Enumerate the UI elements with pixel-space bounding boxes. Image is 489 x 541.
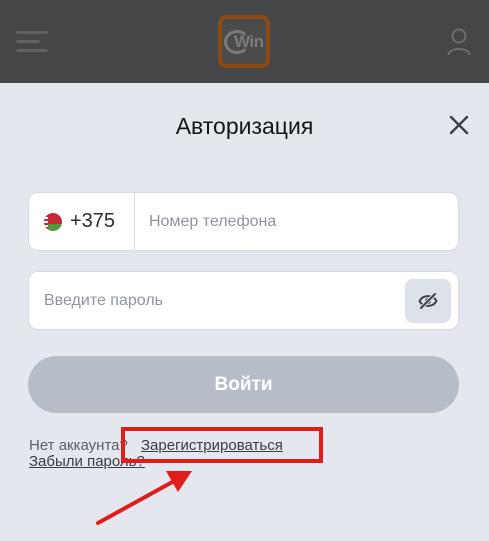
close-icon[interactable] [448,114,470,136]
user-icon[interactable] [447,28,471,56]
logo[interactable]: Win [218,15,270,68]
password-field [28,271,459,330]
country-code-selector[interactable]: +375 [29,193,135,250]
login-button[interactable]: Войти [28,356,459,413]
register-link[interactable]: Зарегистрироваться [141,437,283,454]
country-code: +375 [70,210,116,232]
phone-field: +375 [28,192,459,251]
logo-icon: Win [222,19,266,64]
eye-slash-icon [418,292,438,310]
forgot-password-link[interactable]: Забыли пароль? [29,453,145,470]
belarus-flag-icon [44,213,62,231]
no-account-text: Нет аккаунта? [29,437,128,454]
password-input[interactable] [44,272,404,329]
password-visibility-toggle[interactable] [405,279,451,323]
hamburger-icon[interactable] [16,31,48,53]
logo-text: Win [234,32,264,51]
top-bar: Win [0,0,489,83]
phone-input[interactable] [149,193,449,250]
modal-title: Авторизация [175,113,314,139]
